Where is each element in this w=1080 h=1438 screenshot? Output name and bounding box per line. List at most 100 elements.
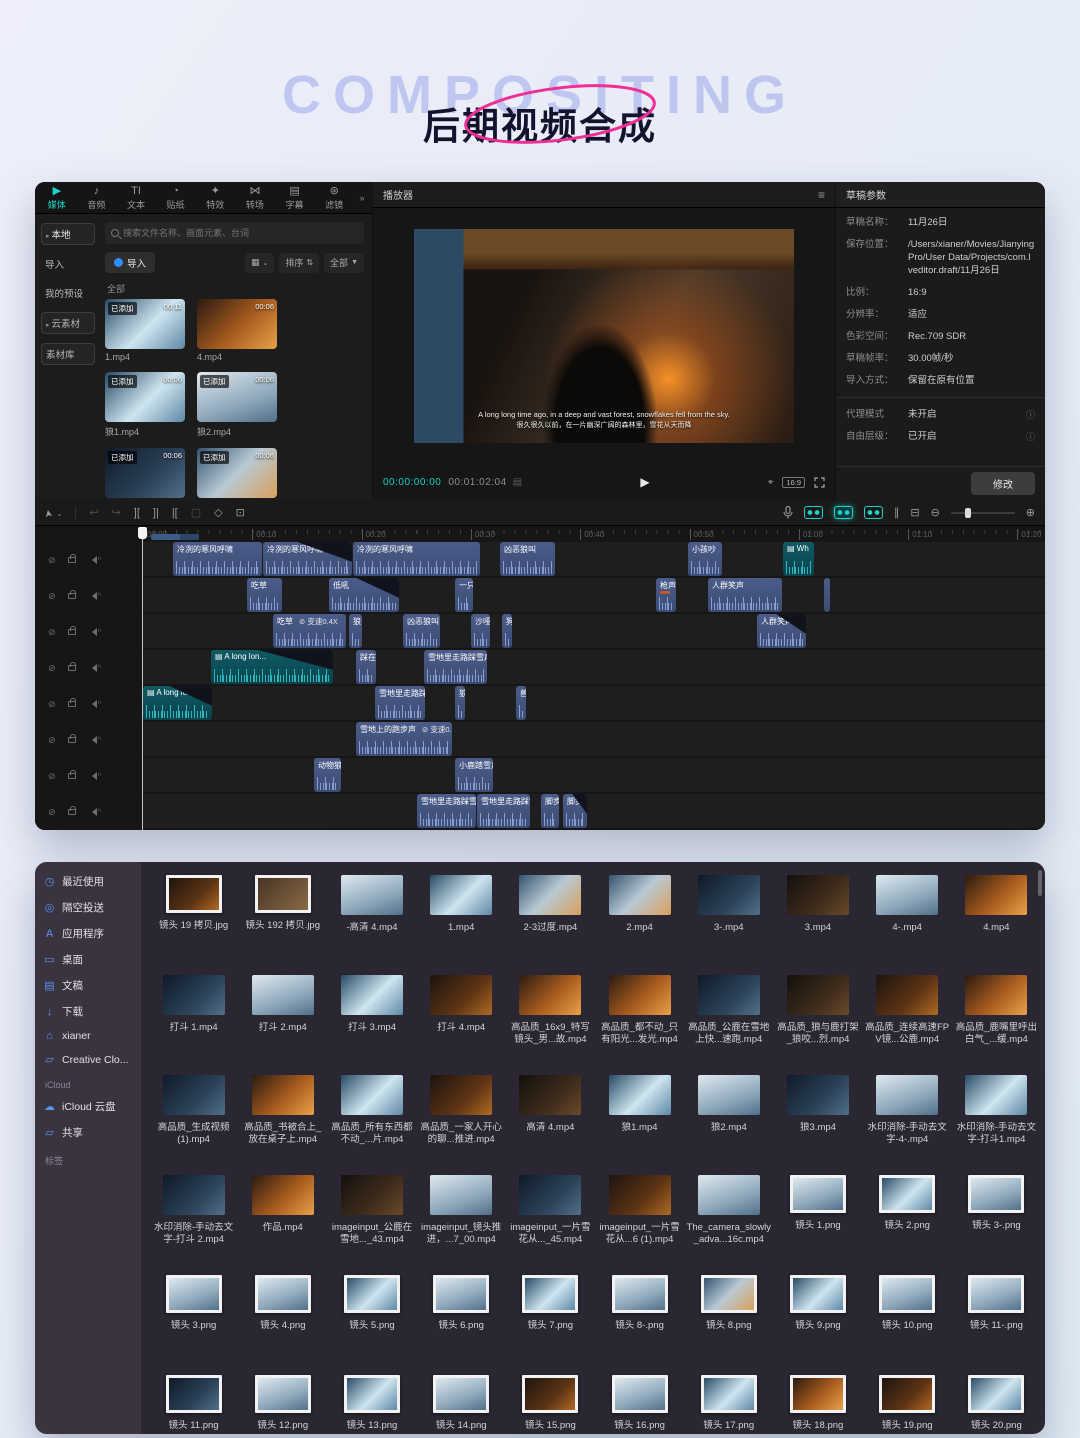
timeline-clip[interactable]: 冷冽的寒风呼啸 — [173, 542, 262, 576]
undo-icon[interactable]: ↩ — [89, 506, 98, 519]
timeline-clip[interactable]: 人群笑声 — [708, 578, 782, 612]
finder-sidebar-item[interactable]: ☁iCloud 云盘 — [43, 1099, 133, 1114]
finder-sidebar-item[interactable]: ↓下载 — [43, 1004, 133, 1019]
finder-file[interactable]: 作品.mp4 — [238, 1168, 327, 1268]
filter-button[interactable]: 全部▼ — [324, 253, 364, 273]
finder-file[interactable]: 狼1.mp4 — [595, 1068, 684, 1168]
track-mute-icon[interactable]: ⁾⁾ — [88, 700, 101, 708]
media-item[interactable]: 已添加00:06狼2.mp4 — [197, 372, 277, 438]
finder-file[interactable]: 镜头 16.png — [595, 1368, 684, 1434]
finder-file[interactable]: 打斗 3.mp4 — [327, 968, 416, 1068]
finder-file[interactable]: 狼3.mp4 — [773, 1068, 862, 1168]
finder-file[interactable]: 镜头 9.png — [773, 1268, 862, 1368]
track-mute-icon[interactable]: ⁾⁾ — [88, 628, 101, 636]
timeline-clip[interactable]: ▤ Wh — [783, 542, 814, 576]
timeline-clip[interactable]: 低吼 — [329, 578, 399, 612]
timeline-clip[interactable]: 小孩吵 — [688, 542, 722, 576]
timeline-clip[interactable]: ▤ A long lon... — [143, 686, 212, 720]
track-lock-icon[interactable] — [68, 665, 76, 671]
media-item[interactable]: 已添加00:06狼1.mp4 — [105, 372, 185, 438]
timeline-ruler[interactable]: 00:0000:1000:2000:3000:4000:5001:0001:10… — [143, 527, 1045, 542]
split-left-icon[interactable]: ]| — [153, 507, 159, 519]
timeline-clip[interactable]: 兽 — [516, 686, 526, 720]
finder-sidebar-item[interactable]: ▭桌面 — [43, 952, 133, 967]
tab-字幕[interactable]: ▤字幕 — [275, 185, 315, 211]
finder-file[interactable]: 2-3过度.mp4 — [506, 868, 595, 968]
tab-媒体[interactable]: ▶媒体 — [37, 185, 77, 211]
sidebar-item-本地[interactable]: ▸本地 — [41, 223, 95, 245]
timeline-clip[interactable]: 雪地里走路踩雪 — [375, 686, 425, 720]
timeline-clip[interactable]: 雪地里走路踩雪声 — [417, 794, 476, 828]
media-item[interactable]: 已添加00:111.mp4 — [105, 299, 185, 362]
finder-file[interactable]: 水印消除-手动去文字-打斗 2.mp4 — [149, 1168, 238, 1268]
timeline-clip[interactable]: 踩在 — [356, 650, 376, 684]
track-lock-icon[interactable] — [68, 629, 76, 635]
track-speed-icon[interactable]: ⊘ — [48, 699, 56, 710]
track-mute-icon[interactable]: ⁾⁾ — [88, 664, 101, 672]
finder-file[interactable]: 镜头 14.png — [417, 1368, 506, 1434]
finder-file[interactable]: 镜头 7.png — [506, 1268, 595, 1368]
collapsed-track-bar[interactable] — [151, 534, 199, 540]
timeline-clip[interactable] — [824, 578, 830, 612]
timeline-clip[interactable]: 脚步 — [541, 794, 559, 828]
track-lock-icon[interactable] — [68, 809, 76, 815]
tab-特效[interactable]: ✦特效 — [196, 185, 236, 211]
finder-file[interactable]: imageinput_镜头推进，...7_00.mp4 — [417, 1168, 506, 1268]
finder-file[interactable]: 高品质_16x9_特写镜头_男...故.mp4 — [506, 968, 595, 1068]
finder-file[interactable]: 镜头 11.png — [149, 1368, 238, 1434]
finder-file[interactable]: 2.mp4 — [595, 868, 684, 968]
finder-file[interactable]: -高清 4.mp4 — [327, 868, 416, 968]
info-icon[interactable]: ⓘ — [1026, 408, 1035, 421]
preview-axis-icon[interactable]: ⊟ — [910, 506, 919, 519]
finder-file[interactable]: 高品质_一家人开心的聊...推进.mp4 — [417, 1068, 506, 1168]
finder-file[interactable]: 高品质_所有东西都不动_...片.mp4 — [327, 1068, 416, 1168]
track-speed-icon[interactable]: ⊘ — [48, 591, 56, 602]
magnet-toggle-icon[interactable] — [834, 506, 853, 519]
timeline-clip[interactable]: 狗 — [502, 614, 512, 648]
finder-file[interactable]: 镜头 192 拷贝.jpg — [238, 868, 327, 968]
finder-file[interactable]: 高品质_狼与鹿打架_狼咬...烈.mp4 — [773, 968, 862, 1068]
track-lock-icon[interactable] — [68, 773, 76, 779]
track-speed-icon[interactable]: ⊘ — [48, 735, 56, 746]
mask-icon[interactable]: ◇ — [214, 506, 222, 519]
finder-file[interactable]: 镜头 11-.png — [952, 1268, 1041, 1368]
finder-file[interactable]: imageinput_公鹿在雪地..._43.mp4 — [327, 1168, 416, 1268]
finder-file[interactable]: 镜头 17.png — [684, 1368, 773, 1434]
finder-sidebar-item[interactable]: ◷最近使用 — [43, 874, 133, 889]
play-button[interactable]: ▶ — [522, 475, 768, 489]
tab-转场[interactable]: ⋈转场 — [235, 185, 275, 211]
import-button[interactable]: 导入 — [105, 252, 155, 273]
finder-file[interactable]: 3-.mp4 — [684, 868, 773, 968]
finder-file[interactable]: 镜头 2.png — [863, 1168, 952, 1268]
finder-sidebar-item[interactable]: ◎隔空投送 — [43, 900, 133, 915]
timeline-clip[interactable]: 冷冽的寒风呼啸 — [263, 542, 352, 576]
finder-file[interactable]: 高品质_生成视频 (1).mp4 — [149, 1068, 238, 1168]
track-lock-icon[interactable] — [68, 737, 76, 743]
sidebar-item-我的预设[interactable]: 我的预设 — [41, 283, 95, 303]
ratio-badge[interactable]: 16:9 — [782, 477, 805, 488]
tab-文本[interactable]: TI文本 — [116, 185, 156, 211]
timeline-clip[interactable]: 脚步. — [563, 794, 587, 828]
media-item[interactable]: 00:064.mp4 — [197, 299, 277, 362]
finder-file[interactable]: 4-.mp4 — [863, 868, 952, 968]
tab-贴纸[interactable]: ◔贴纸 — [156, 185, 196, 211]
redo-icon[interactable]: ↪ — [112, 506, 121, 519]
finder-file[interactable]: 镜头 8-.png — [595, 1268, 684, 1368]
frame-step-icon[interactable]: ▤ — [513, 477, 522, 488]
timeline-clip[interactable]: 吃草 — [247, 578, 282, 612]
player-menu-icon[interactable]: ≡ — [818, 188, 825, 202]
finder-file[interactable]: 镜头 19.png — [863, 1368, 952, 1434]
finder-file[interactable]: 高品质_公鹿在雪地上快...速跑.mp4 — [684, 968, 773, 1068]
finder-file[interactable]: imageinput_一片雪花从...6 (1).mp4 — [595, 1168, 684, 1268]
timeline-clip[interactable]: ▤ A long lon... — [211, 650, 333, 684]
track-lock-icon[interactable] — [68, 593, 76, 599]
finder-file[interactable]: 镜头 19 拷贝.jpg — [149, 868, 238, 968]
timeline-clip[interactable]: 沙哑 — [471, 614, 490, 648]
finder-file[interactable]: 镜头 18.png — [773, 1368, 862, 1434]
record-voiceover-icon[interactable] — [783, 506, 793, 519]
timeline-clip[interactable]: 动物狼叫 — [314, 758, 341, 792]
finder-file[interactable]: 水印消除-手动去文字-4-.mp4 — [863, 1068, 952, 1168]
view-mode-button[interactable]: ▦⌄ — [245, 253, 274, 273]
timeline-clip[interactable]: 凶恶狼叫 — [403, 614, 440, 648]
finder-file[interactable]: 打斗 4.mp4 — [417, 968, 506, 1068]
